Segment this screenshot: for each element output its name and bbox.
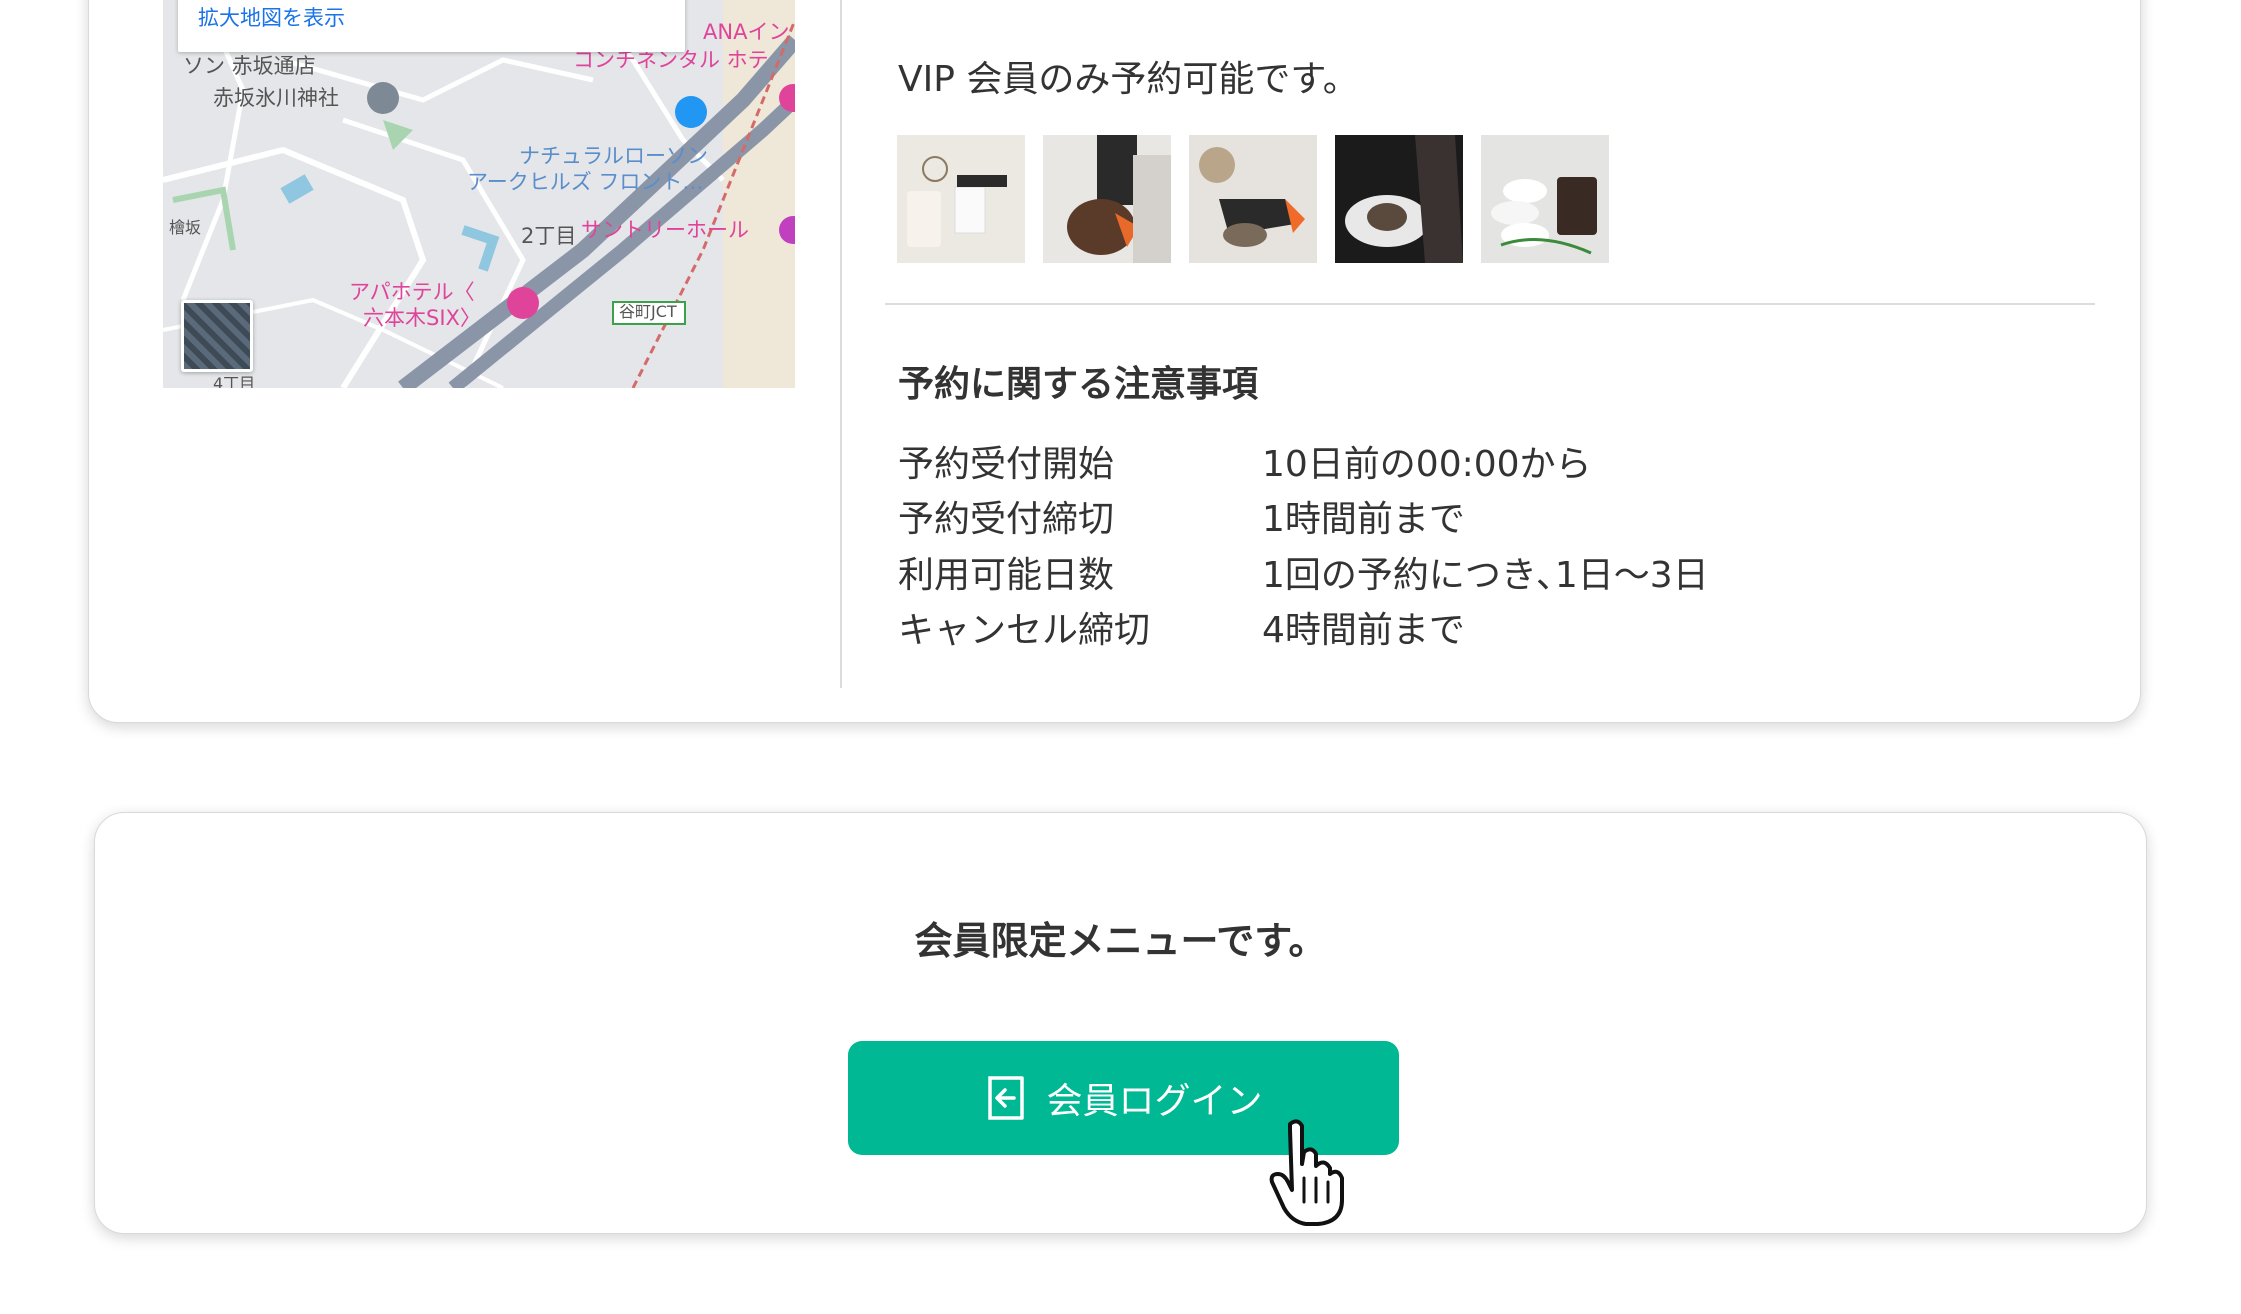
- map-label: 檜坂: [169, 218, 202, 237]
- map-label: ANAイン: [703, 20, 790, 44]
- login-arrow-icon: [988, 1076, 1025, 1120]
- reservation-notes-title: 予約に関する注意事項: [898, 364, 1259, 405]
- note-label: キャンセル締切: [898, 610, 1151, 651]
- salon-photo[interactable]: [1481, 135, 1609, 263]
- hand-pointer-cursor-icon: [1269, 1119, 1344, 1226]
- note-label: 予約受付開始: [898, 444, 1115, 485]
- note-value: 10日前の00:00から: [1262, 444, 1592, 485]
- view-larger-map-link[interactable]: 拡大地図を表示: [198, 2, 345, 32]
- members-only-message: 会員限定メニューです。: [914, 919, 1327, 963]
- map-label: ソン 赤坂通店: [183, 54, 316, 78]
- section-divider: [885, 303, 2095, 305]
- map-link-box: 拡大地図を表示: [178, 0, 685, 52]
- map-label: アークヒルズ フロント…: [467, 170, 704, 194]
- hair-drying-photo: [1043, 135, 1171, 263]
- hair-dryer-photo: [1189, 135, 1317, 263]
- satellite-view-toggle[interactable]: [181, 300, 253, 372]
- salon-photo[interactable]: [897, 135, 1025, 263]
- map-label: 赤坂氷川神社: [213, 86, 339, 110]
- note-value: 1回の予約につき､1日〜3日: [1262, 555, 1709, 596]
- members-only-card: [94, 812, 2147, 1234]
- note-label: 利用可能日数: [898, 555, 1115, 596]
- salon-products-photo: [897, 135, 1025, 263]
- map[interactable]: ソン 赤坂通店 赤坂氷川神社 ANAイン コンチネンタル ホテ ナチュラルローソ…: [163, 0, 795, 388]
- vip-notice: VIP 会員のみ予約可能です。: [898, 59, 1359, 100]
- shampoo-photo: [1335, 135, 1463, 263]
- map-label: ナチュラルローソン: [519, 144, 708, 168]
- member-login-label: 会員ログイン: [1046, 1081, 1263, 1122]
- map-label: アパホテル〈: [349, 280, 475, 304]
- map-label: 2丁目: [521, 224, 577, 248]
- note-label: 予約受付締切: [898, 499, 1115, 540]
- towels-candle-photo: [1481, 135, 1609, 263]
- map-label: サントリーホール: [581, 218, 749, 242]
- note-value: 1時間前まで: [1262, 499, 1465, 540]
- map-label: 六本木SIX〉: [363, 306, 481, 330]
- salon-photo[interactable]: [1043, 135, 1171, 263]
- salon-photo[interactable]: [1335, 135, 1463, 263]
- map-label: 4丁目: [213, 374, 256, 389]
- salon-photo[interactable]: [1189, 135, 1317, 263]
- column-divider: [840, 0, 842, 688]
- map-label: 谷町JCT: [619, 302, 677, 321]
- note-value: 4時間前まで: [1262, 610, 1465, 651]
- map-label: コンチネンタル ホテ: [573, 48, 769, 72]
